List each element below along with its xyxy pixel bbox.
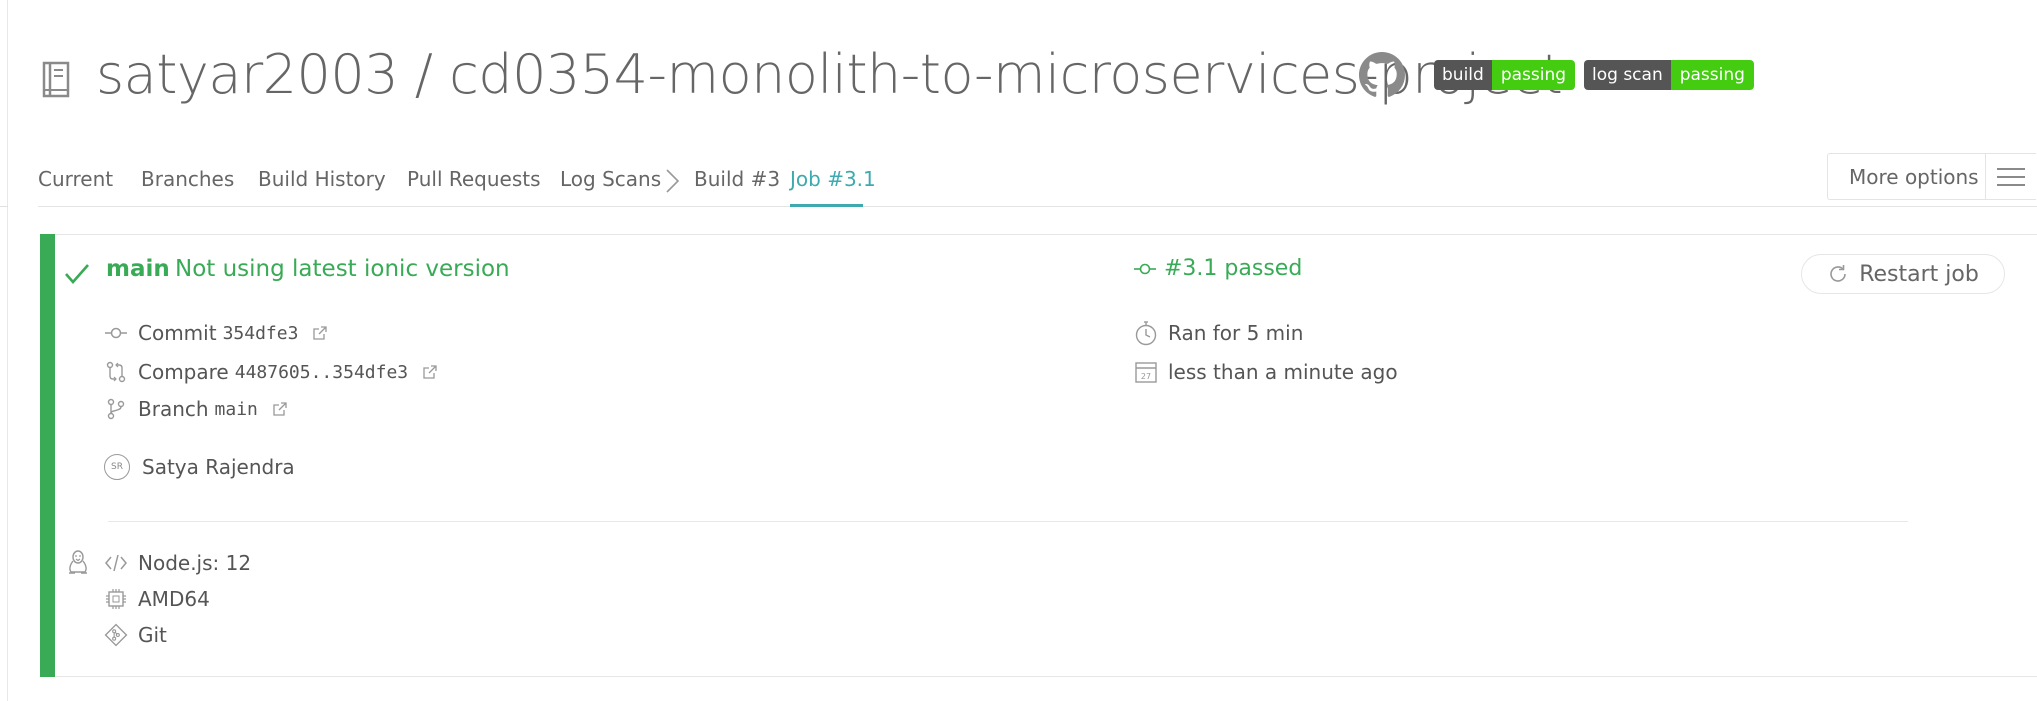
author-row: SR Satya Rajendra — [104, 452, 295, 482]
log-scan-badge[interactable]: log scan passing — [1584, 60, 1754, 90]
job-card — [40, 234, 2037, 677]
compare-label: Compare — [138, 360, 229, 384]
more-options-label: More options — [1849, 164, 1979, 189]
vcs-text: Git — [138, 623, 167, 647]
job-status-stripe — [40, 234, 55, 677]
commit-message: Not using latest ionic version — [175, 256, 510, 282]
build-status-badge[interactable]: build passing — [1434, 60, 1576, 90]
repo-title[interactable]: satyar2003 / cd0354-monolith-to-microser… — [96, 40, 1563, 110]
tab-branches[interactable]: Branches — [141, 164, 234, 194]
badge-status: passing — [1670, 60, 1754, 90]
commit-label: Commit — [138, 321, 217, 345]
commit-icon — [1134, 263, 1156, 274]
arch-text: AMD64 — [138, 587, 210, 611]
active-tab-indicator — [790, 204, 863, 207]
tab-build[interactable]: Build #3 — [694, 164, 780, 194]
check-icon — [65, 264, 89, 284]
finished-row: 27 less than a minute ago — [1134, 357, 1398, 387]
tabs-divider — [38, 206, 2037, 207]
branch-icon — [104, 397, 128, 421]
restart-label: Restart job — [1859, 261, 1979, 287]
language-row: Node.js: 12 — [104, 548, 251, 578]
job-config-divider — [108, 521, 1908, 522]
repo-icon — [42, 61, 70, 98]
branch-label: Branch — [138, 397, 209, 421]
hamburger-icon[interactable] — [1986, 153, 2036, 200]
tab-build-history[interactable]: Build History — [258, 164, 386, 194]
git-icon — [104, 623, 128, 647]
commit-row: Commit 354dfe3 — [104, 318, 328, 348]
author-name: Satya Rajendra — [142, 455, 295, 479]
more-options-button[interactable]: More options — [1827, 153, 2036, 200]
restart-icon — [1830, 265, 1846, 282]
tab-pull-requests[interactable]: Pull Requests — [407, 164, 541, 194]
compare-row: Compare 4487605..354dfe3 — [104, 357, 438, 387]
linux-icon — [69, 550, 87, 574]
vcs-row: Git — [104, 620, 167, 650]
job-status: #3.1 passed — [1134, 256, 1302, 281]
external-link-icon[interactable] — [312, 325, 328, 341]
commit-sha-link[interactable]: 354dfe3 — [223, 323, 299, 344]
finished-text: less than a minute ago — [1168, 360, 1398, 384]
tab-log-scans[interactable]: Log Scans — [560, 164, 661, 194]
external-link-icon[interactable] — [272, 401, 288, 417]
calendar-icon: 27 — [1134, 360, 1158, 384]
language-text: Node.js: 12 — [138, 551, 252, 575]
left-border-tick — [0, 206, 8, 207]
restart-job-button[interactable]: Restart job — [1801, 254, 2005, 294]
compare-icon — [104, 360, 128, 384]
duration-row: Ran for 5 min — [1134, 318, 1303, 348]
badge-status: passing — [1491, 60, 1576, 90]
branch-row: Branch main — [104, 394, 288, 424]
badge-label: log scan — [1584, 60, 1671, 90]
github-icon[interactable] — [1359, 52, 1405, 98]
left-border — [7, 0, 8, 701]
branch-name[interactable]: main — [106, 256, 170, 282]
avatar: SR — [104, 454, 130, 480]
tab-job[interactable]: Job #3.1 — [790, 164, 876, 194]
arch-row: AMD64 — [104, 584, 210, 614]
job-status-text: #3.1 passed — [1164, 256, 1303, 281]
stopwatch-icon — [1134, 321, 1158, 346]
duration-text: Ran for 5 min — [1168, 321, 1304, 345]
compare-range-link[interactable]: 4487605..354dfe3 — [235, 362, 408, 383]
cpu-icon — [104, 587, 128, 611]
branch-link[interactable]: main — [215, 399, 258, 420]
badge-label: build — [1434, 60, 1492, 90]
calendar-day: 27 — [1141, 372, 1151, 381]
breadcrumb-chevron-icon — [666, 169, 680, 193]
external-link-icon[interactable] — [422, 364, 438, 380]
commit-icon — [104, 321, 128, 345]
code-icon — [104, 551, 128, 575]
tab-current[interactable]: Current — [38, 164, 113, 194]
